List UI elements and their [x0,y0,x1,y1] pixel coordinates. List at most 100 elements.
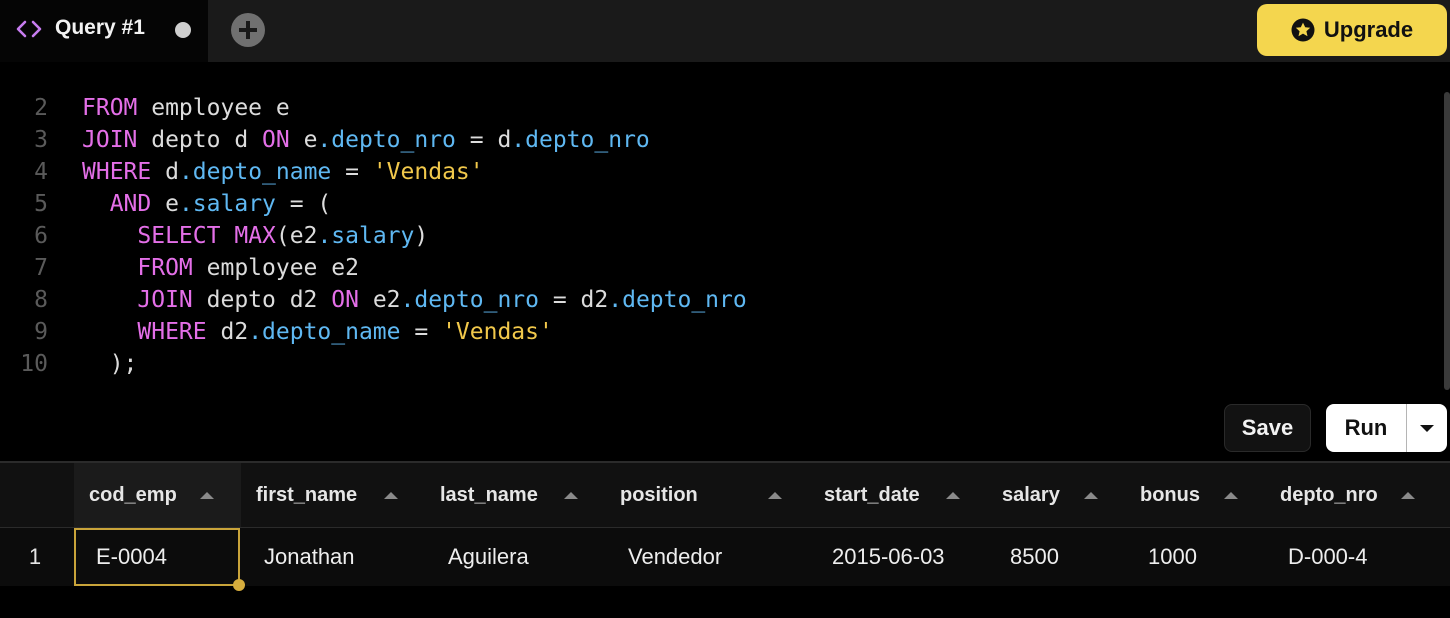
sql-keyword: MAX [234,223,276,249]
tab-bar [0,0,1450,62]
code-text: FROM employee e2 [82,252,359,284]
upgrade-button[interactable]: Upgrade [1257,4,1447,56]
sort-ascending-icon[interactable] [946,492,960,499]
unsaved-dot-icon[interactable] [175,22,191,38]
column-header-depto-nro[interactable]: depto_nro [1265,463,1450,527]
editor-scrollbar[interactable] [1444,92,1450,390]
column-header-last-name[interactable]: last_name [425,463,605,527]
run-options-button[interactable] [1407,404,1447,452]
tab-query-1[interactable]: Query #1 [0,0,208,62]
sort-ascending-icon[interactable] [200,492,214,499]
code-token: = d [455,127,512,153]
sql-keyword: AND [109,191,152,217]
code-text: WHERE d2.depto_name = 'Vendas' [82,316,553,348]
sql-editor[interactable]: · ·· · 2 FROM employee e 3 JOIN depto d ON … [0,62,1450,400]
code-icon [16,20,42,38]
run-button[interactable]: Run [1326,404,1406,452]
column-reference: .depto_name [248,319,401,345]
code-token: = [400,319,443,345]
column-reference: .depto_nro [608,287,747,313]
table-cell-bonus[interactable]: 1000 [1148,528,1197,586]
code-token: d2 [206,319,249,345]
sort-ascending-icon[interactable] [564,492,578,499]
sql-keyword: SELECT [137,223,221,249]
upgrade-label: Upgrade [1323,17,1414,42]
clipped-code-line: · ·· · [82,62,165,68]
code-token: depto d2 [192,287,332,313]
column-header-bonus[interactable]: bonus [1125,463,1265,527]
code-token: e2 [358,287,401,313]
plus-icon[interactable] [231,13,265,47]
caret-down-icon [1420,425,1434,432]
sql-keyword: FROM [82,95,138,121]
code-text: SELECT MAX(e2.salary) [82,220,428,252]
sort-ascending-icon[interactable] [384,492,398,499]
sort-ascending-icon[interactable] [1224,492,1238,499]
sql-keyword: JOIN [137,287,193,313]
sql-keyword: WHERE [137,319,207,345]
code-token: = d2 [539,287,609,313]
string-literal: 'Vendas' [442,319,553,345]
code-token: = [331,159,373,185]
column-header-cod-emp[interactable]: cod_emp [74,463,241,527]
sort-ascending-icon[interactable] [1084,492,1098,499]
code-token: depto d [137,127,263,153]
sql-keyword: ON [262,127,290,153]
code-text: WHERE d.depto_name = 'Vendas' [82,156,484,188]
line-number: 5 [34,191,48,217]
code-text: JOIN depto d ON e.depto_nro = d.depto_nr… [82,124,650,156]
sql-keyword: ON [331,287,359,313]
fill-handle[interactable] [233,579,245,591]
column-reference: .depto_nro [317,127,456,153]
row-number: 1 [28,544,42,569]
tab-label: Query #1 [55,16,145,39]
column-reference: .depto_name [178,159,332,185]
table-cell-depto-nro[interactable]: D-000-4 [1288,528,1367,586]
column-header-salary[interactable]: salary [987,463,1125,527]
column-header-start-date[interactable]: start_date [809,463,987,527]
code-token: = ( [275,191,332,217]
code-text: FROM employee e [82,92,290,124]
column-reference: .salary [178,191,276,217]
code-token: ); [82,351,138,377]
selected-cell-outline [74,528,240,586]
star-icon [1291,18,1315,42]
line-number: 9 [34,319,48,345]
line-number: 2 [34,95,48,121]
string-literal: 'Vendas' [372,159,484,185]
sort-ascending-icon[interactable] [1401,492,1415,499]
code-token: (e2 [275,223,318,249]
code-token: e [289,127,318,153]
run-button-group: Run [1326,404,1447,452]
table-cell-salary[interactable]: 8500 [1010,528,1059,586]
code-token: e [151,191,179,217]
line-number: 7 [34,255,48,281]
code-text: ); [82,348,138,380]
sql-keyword: JOIN [82,127,138,153]
table-cell-position[interactable]: Vendedor [628,528,722,586]
column-reference: .depto_nro [511,127,650,153]
line-number: 8 [34,287,48,313]
table-cell-first-name[interactable]: Jonathan [264,528,355,586]
code-token: employee e2 [192,255,359,281]
line-number: 3 [34,127,48,153]
code-text: JOIN depto d2 ON e2.depto_nro = d2.depto… [82,284,747,316]
table-cell-start-date[interactable]: 2015-06-03 [832,528,945,586]
code-token: d [151,159,179,185]
column-reference: .depto_nro [400,287,539,313]
line-number: 10 [20,351,48,377]
table-cell-last-name[interactable]: Aguilera [448,528,529,586]
save-button[interactable]: Save [1224,404,1311,452]
code-text: AND e.salary = ( [82,188,332,220]
code-token: ) [414,223,429,249]
column-reference: .salary [317,223,415,249]
line-number: 6 [34,223,48,249]
sql-keyword: FROM [137,255,193,281]
code-token: employee e [137,95,290,121]
sort-ascending-icon[interactable] [768,492,782,499]
